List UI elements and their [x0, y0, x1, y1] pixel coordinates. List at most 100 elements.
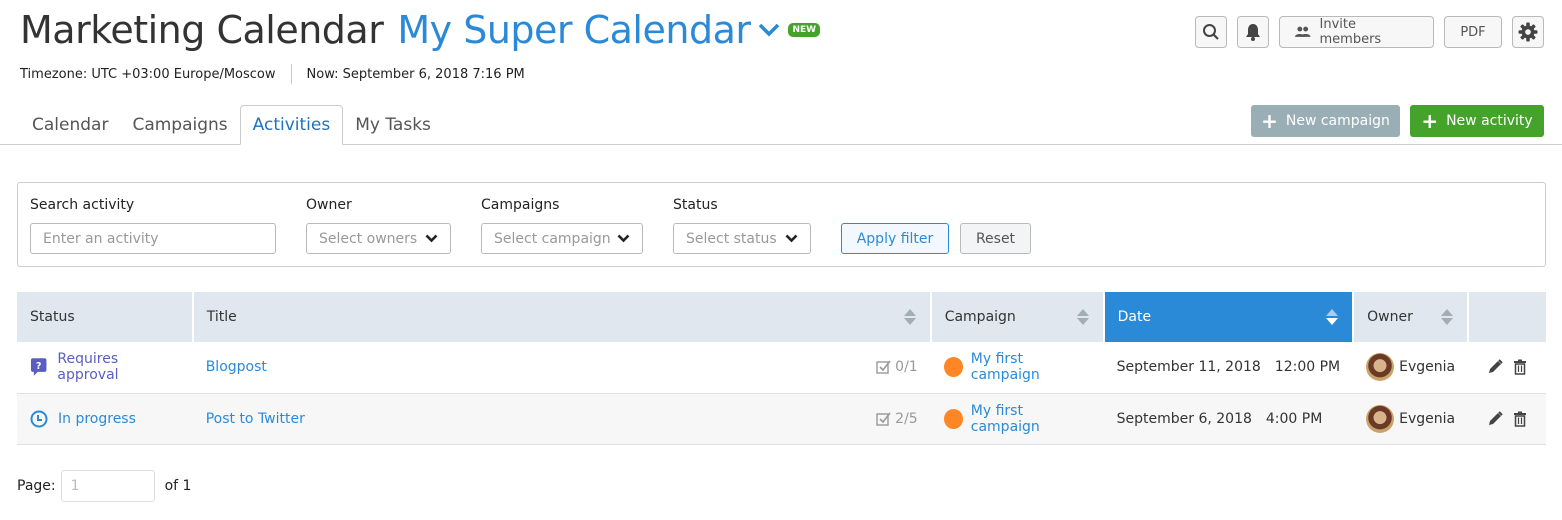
bell-icon: [1246, 24, 1260, 41]
trash-icon: [1514, 359, 1526, 375]
campaign-color-dot: [943, 408, 963, 429]
settings-button[interactable]: [1512, 16, 1544, 48]
column-owner-label: Owner: [1367, 309, 1413, 325]
page-input-value: 1: [70, 478, 80, 494]
subtitle-bar: Timezone: UTC +03:00 Europe/Moscow Now: …: [20, 64, 525, 84]
column-status: Status: [17, 292, 194, 342]
chevron-down-icon: [617, 234, 630, 243]
plus-icon: +: [1421, 109, 1439, 133]
new-activity-label: New activity: [1446, 113, 1533, 129]
owner-name: Evgenia: [1399, 359, 1456, 376]
new-activity-button[interactable]: + New activity: [1410, 105, 1544, 137]
clock-icon: [30, 410, 48, 427]
new-campaign-button[interactable]: + New campaign: [1251, 105, 1400, 137]
campaign-link[interactable]: My first campaign: [971, 403, 1091, 435]
edit-button[interactable]: [1487, 410, 1503, 427]
tab-calendar[interactable]: Calendar: [20, 105, 121, 145]
table-row: In progress Post to Twitter 2/5 My first…: [17, 393, 1546, 444]
timezone-text: Timezone: UTC +03:00 Europe/Moscow: [20, 66, 276, 82]
date-cell: September 11, 2018 12:00 PM: [1104, 342, 1354, 393]
plus-icon: +: [1261, 109, 1278, 133]
task-count: 2/5: [876, 411, 918, 427]
status-text: In progress: [58, 410, 136, 427]
page-input[interactable]: 1: [60, 470, 155, 502]
search-activity-placeholder: Enter an activity: [43, 230, 159, 247]
app-title: Marketing Calendar: [20, 8, 384, 52]
campaigns-select[interactable]: Select campaign: [481, 223, 643, 254]
tab-activities[interactable]: Activities: [239, 105, 344, 145]
new-campaign-label: New campaign: [1285, 113, 1390, 129]
sort-icon[interactable]: [1326, 309, 1339, 325]
pencil-icon: [1489, 410, 1503, 425]
date-text: September 11, 2018: [1116, 359, 1261, 376]
delete-button[interactable]: [1513, 359, 1527, 375]
date-cell: September 6, 2018 4:00 PM: [1104, 393, 1354, 444]
sort-icon[interactable]: [903, 309, 916, 325]
column-date[interactable]: Date: [1103, 292, 1355, 342]
owner-name: Evgenia: [1399, 410, 1456, 427]
page-label: Page:: [17, 478, 56, 494]
tab-campaigns[interactable]: Campaigns: [120, 105, 240, 145]
search-button[interactable]: [1195, 16, 1227, 48]
pencil-icon: [1489, 359, 1503, 374]
chevron-down-icon[interactable]: [758, 19, 780, 41]
tab-my-tasks[interactable]: My Tasks: [343, 105, 443, 145]
delete-button[interactable]: [1513, 411, 1527, 427]
column-owner[interactable]: Owner: [1353, 292, 1470, 342]
owner-label: Owner: [306, 197, 352, 213]
column-campaign[interactable]: Campaign: [930, 292, 1105, 342]
pdf-label: PDF: [1460, 24, 1486, 40]
table-header: Status Title Campaign Date Owner: [17, 292, 1546, 342]
campaigns-placeholder: Select campaign: [494, 230, 611, 247]
reset-button[interactable]: Reset: [960, 223, 1031, 254]
svg-text:?: ?: [36, 361, 42, 372]
campaign-color-dot: [943, 357, 963, 378]
time-text: 12:00 PM: [1274, 359, 1341, 376]
tab-bar: Calendar Campaigns Activities My Tasks: [20, 105, 443, 145]
apply-filter-button[interactable]: Apply filter: [841, 223, 949, 254]
chevron-down-icon: [785, 234, 798, 243]
invite-members-label: Invite members: [1319, 17, 1382, 47]
avatar: [1366, 404, 1395, 433]
trash-icon: [1514, 411, 1526, 427]
calendar-name[interactable]: My Super Calendar: [397, 8, 751, 52]
question-bubble-icon: ?: [30, 358, 47, 376]
search-icon: [1203, 24, 1219, 40]
top-actions: Invite members PDF: [1195, 16, 1544, 48]
column-date-label: Date: [1117, 309, 1152, 325]
users-icon: [1294, 26, 1311, 37]
sort-icon[interactable]: [1076, 309, 1089, 325]
time-text: 4:00 PM: [1265, 410, 1323, 427]
date-text: September 6, 2018: [1116, 410, 1252, 427]
pdf-button[interactable]: PDF: [1444, 16, 1502, 48]
notifications-button[interactable]: [1237, 16, 1269, 48]
status-in-progress[interactable]: In progress: [30, 410, 180, 428]
filter-panel: Search activity Enter an activity Owner …: [17, 182, 1546, 267]
column-title[interactable]: Title: [192, 292, 932, 342]
task-count: 0/1: [876, 359, 918, 375]
header-title-row: Marketing Calendar My Super Calendar NEW: [20, 8, 821, 52]
status-requires-approval[interactable]: ? Requires approval: [30, 351, 180, 383]
invite-members-button[interactable]: Invite members: [1279, 16, 1434, 48]
column-actions: [1468, 292, 1546, 342]
checkbox-icon: [876, 360, 891, 374]
activity-title-link[interactable]: Post to Twitter: [206, 411, 305, 427]
avatar: [1366, 353, 1395, 382]
status-text: Requires approval: [57, 351, 119, 384]
activities-table: Status Title Campaign Date Owner ? Requi…: [17, 292, 1546, 445]
owner-select[interactable]: Select owners: [306, 223, 451, 254]
status-select[interactable]: Select status: [673, 223, 811, 254]
column-status-label: Status: [30, 309, 75, 325]
activity-title-link[interactable]: Blogpost: [206, 359, 267, 375]
column-campaign-label: Campaign: [944, 309, 1016, 325]
gear-icon: [1518, 22, 1538, 42]
campaign-link[interactable]: My first campaign: [971, 351, 1091, 383]
campaigns-label: Campaigns: [481, 197, 560, 213]
sort-icon[interactable]: [1441, 309, 1454, 325]
search-activity-input[interactable]: Enter an activity: [30, 223, 276, 254]
chevron-down-icon: [425, 234, 438, 243]
status-placeholder: Select status: [686, 230, 777, 247]
now-text: Now: September 6, 2018 7:16 PM: [306, 66, 525, 82]
edit-button[interactable]: [1487, 359, 1503, 375]
status-label: Status: [673, 197, 718, 213]
